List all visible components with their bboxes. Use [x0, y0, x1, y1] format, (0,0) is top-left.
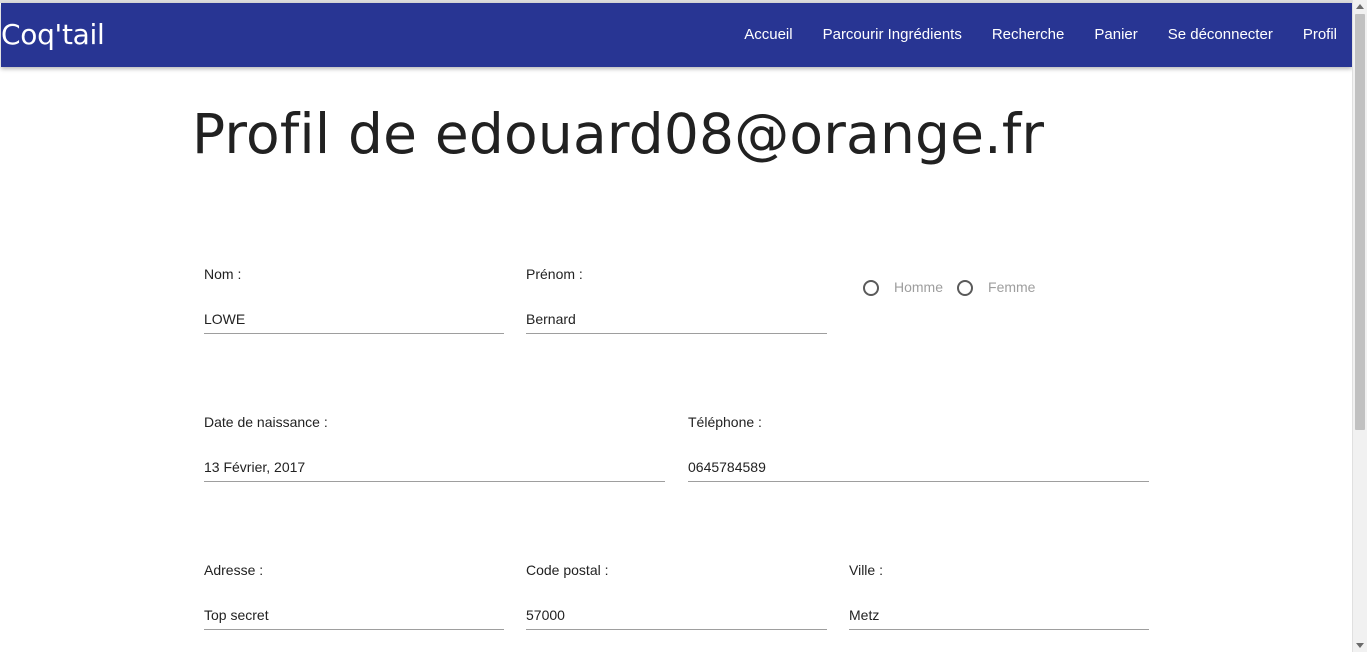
- telephone-label: Téléphone :: [688, 414, 762, 430]
- nom-label: Nom :: [204, 266, 242, 282]
- ville-input[interactable]: [849, 606, 1149, 630]
- nav-link-parcourir-ingredients[interactable]: Parcourir Ingrédients: [808, 3, 977, 67]
- telephone-input[interactable]: [688, 458, 1149, 482]
- ville-label: Ville :: [849, 562, 883, 578]
- code-postal-field-group: Code postal :: [526, 562, 827, 630]
- adresse-label: Adresse :: [204, 562, 264, 578]
- scroll-down-arrow-icon[interactable]: [1356, 643, 1364, 648]
- date-naissance-field-group: Date de naissance :: [204, 414, 665, 482]
- radio-femme-label[interactable]: Femme: [988, 279, 1035, 296]
- vertical-scrollbar[interactable]: [1352, 0, 1367, 652]
- nav-link-panier[interactable]: Panier: [1079, 3, 1152, 67]
- scroll-up-arrow-icon[interactable]: [1356, 4, 1364, 9]
- date-naissance-input[interactable]: [204, 458, 665, 482]
- code-postal-label: Code postal :: [526, 562, 609, 578]
- radio-homme[interactable]: Homme: [863, 279, 943, 296]
- nav-link-recherche[interactable]: Recherche: [977, 3, 1080, 67]
- radio-femme-circle[interactable]: [957, 279, 974, 296]
- radio-homme-circle[interactable]: [863, 279, 879, 296]
- prenom-input[interactable]: [526, 310, 827, 334]
- nav-links: Accueil Parcourir Ingrédients Recherche …: [729, 3, 1352, 67]
- nav-link-accueil[interactable]: Accueil: [729, 3, 807, 67]
- code-postal-input[interactable]: [526, 606, 827, 630]
- prenom-field-group: Prénom :: [526, 266, 827, 334]
- page-title: Profil de edouard08@orange.fr: [192, 102, 1045, 166]
- prenom-label: Prénom :: [526, 266, 583, 282]
- nom-field-group: Nom :: [204, 266, 504, 334]
- telephone-field-group: Téléphone :: [688, 414, 1149, 482]
- nom-input[interactable]: [204, 310, 504, 334]
- radio-homme-label[interactable]: Homme: [894, 279, 943, 296]
- adresse-field-group: Adresse :: [204, 562, 504, 630]
- adresse-input[interactable]: [204, 606, 504, 630]
- nav-link-profil[interactable]: Profil: [1288, 3, 1352, 67]
- date-naissance-label: Date de naissance :: [204, 414, 328, 430]
- brand-logo[interactable]: Coq'tail: [1, 17, 105, 53]
- ville-field-group: Ville :: [849, 562, 1149, 630]
- nav-link-se-deconnecter[interactable]: Se déconnecter: [1153, 3, 1288, 67]
- navbar: Coq'tail Accueil Parcourir Ingrédients R…: [1, 3, 1352, 67]
- sexe-radio-group: Homme Femme: [863, 279, 1049, 296]
- scrollbar-thumb[interactable]: [1355, 14, 1365, 430]
- radio-femme[interactable]: Femme: [957, 279, 1035, 296]
